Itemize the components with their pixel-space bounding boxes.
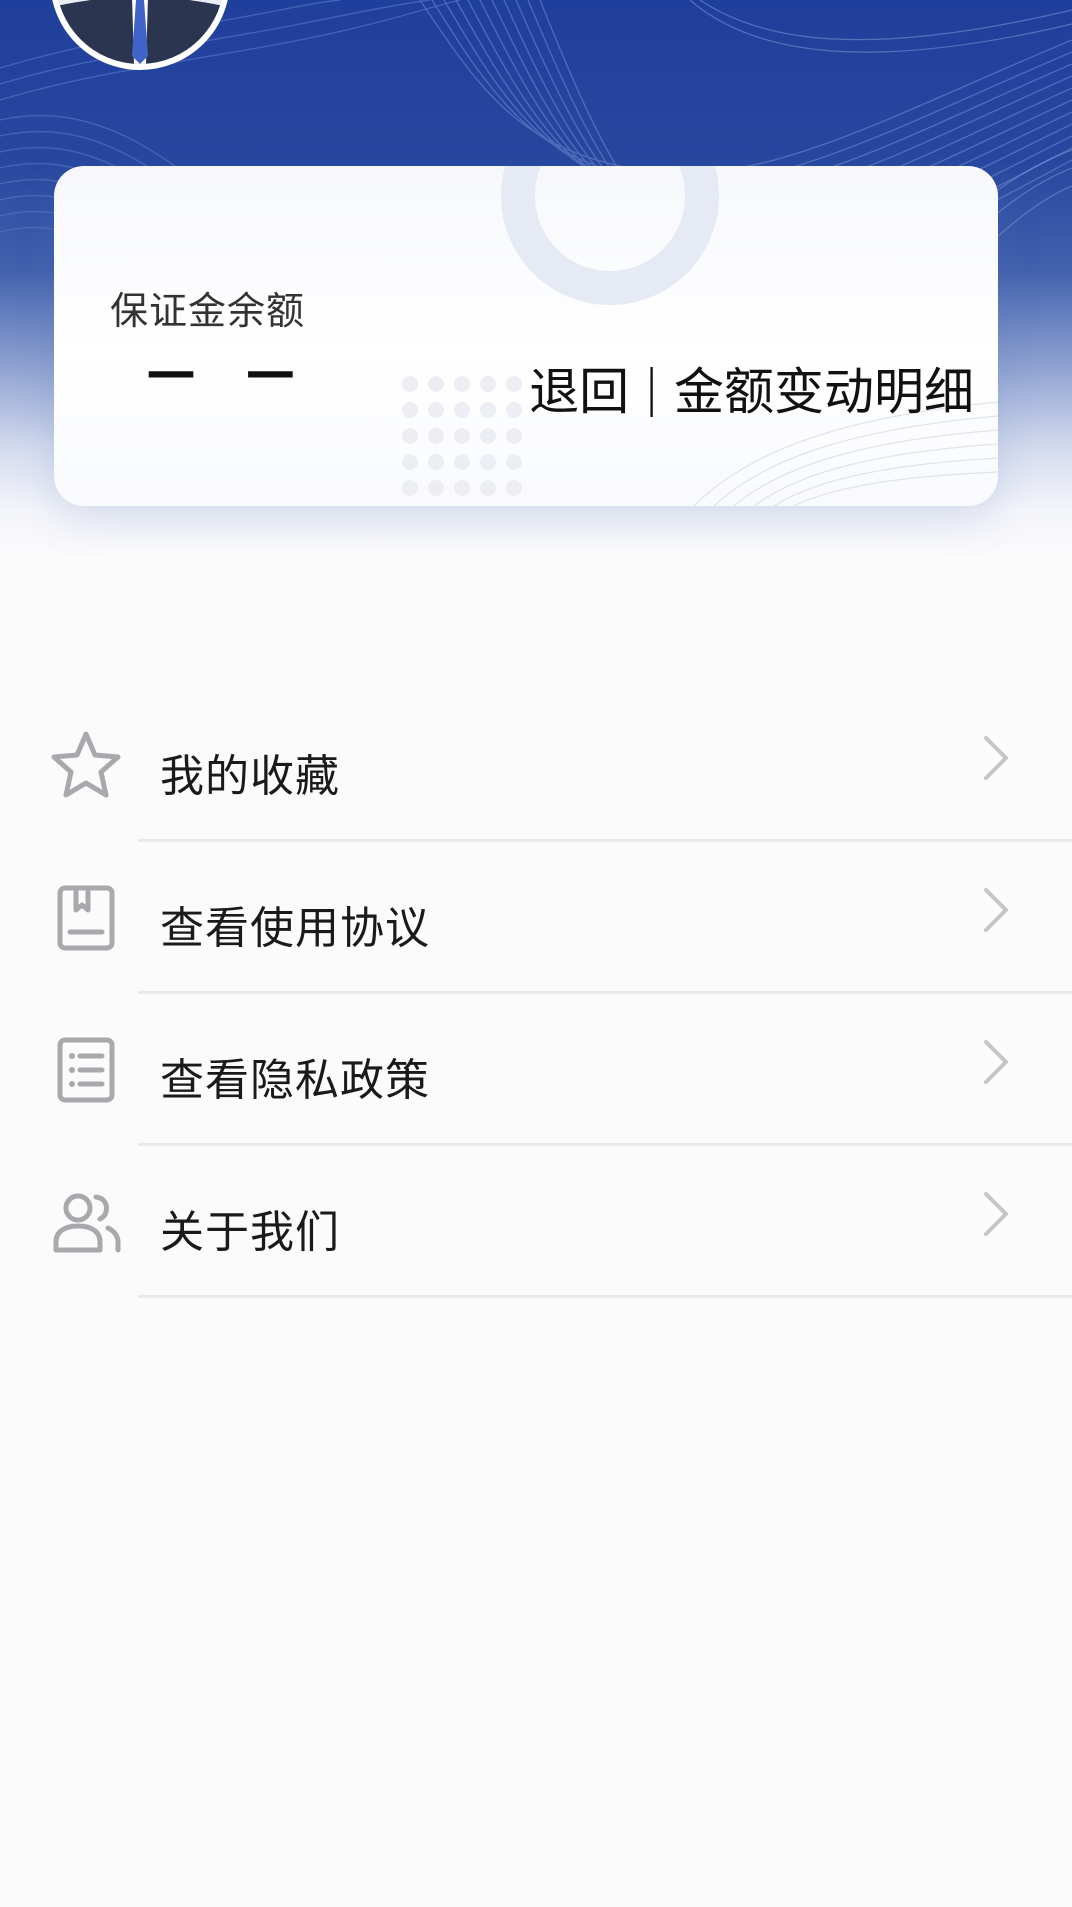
- amount-details-button[interactable]: 金额变动明细: [674, 352, 974, 424]
- list-document-icon: [57, 1037, 115, 1103]
- chevron-right-icon: [984, 888, 1008, 932]
- menu-item-about-us[interactable]: 关于我们: [0, 1146, 1072, 1298]
- settings-menu: 我的收藏 查看使用协议 查看隐私政策 关于我们: [0, 690, 1072, 1298]
- refund-button[interactable]: 退回: [529, 352, 629, 424]
- deposit-balance-card: 保证金余额 — — 退回 | 金额变动明细: [54, 166, 998, 506]
- card-decoration: [402, 166, 998, 506]
- action-separator: |: [643, 359, 660, 417]
- users-icon: [53, 1193, 121, 1253]
- menu-item-label: 查看使用协议: [160, 903, 430, 954]
- menu-item-label: 我的收藏: [160, 751, 340, 802]
- profile-page: 保证金余额 — — 退回 | 金额变动明细 我的收藏 查看使用协议 查看隐私政策…: [0, 0, 1072, 1907]
- deposit-balance-label: 保证金余额: [110, 289, 306, 333]
- menu-item-privacy-policy[interactable]: 查看隐私政策: [0, 994, 1072, 1146]
- chevron-right-icon: [984, 736, 1008, 780]
- deposit-balance-value: — —: [146, 342, 312, 400]
- card-actions: 退回 | 金额变动明细: [529, 352, 974, 424]
- menu-item-label: 关于我们: [160, 1207, 340, 1258]
- agreement-book-icon: [57, 885, 115, 951]
- menu-item-favorites[interactable]: 我的收藏: [0, 690, 1072, 842]
- chevron-right-icon: [984, 1040, 1008, 1084]
- menu-divider: [138, 1295, 1072, 1298]
- chevron-right-icon: [984, 1192, 1008, 1236]
- star-icon: [51, 731, 121, 798]
- menu-item-label: 查看隐私政策: [160, 1055, 430, 1106]
- menu-item-user-agreement[interactable]: 查看使用协议: [0, 842, 1072, 994]
